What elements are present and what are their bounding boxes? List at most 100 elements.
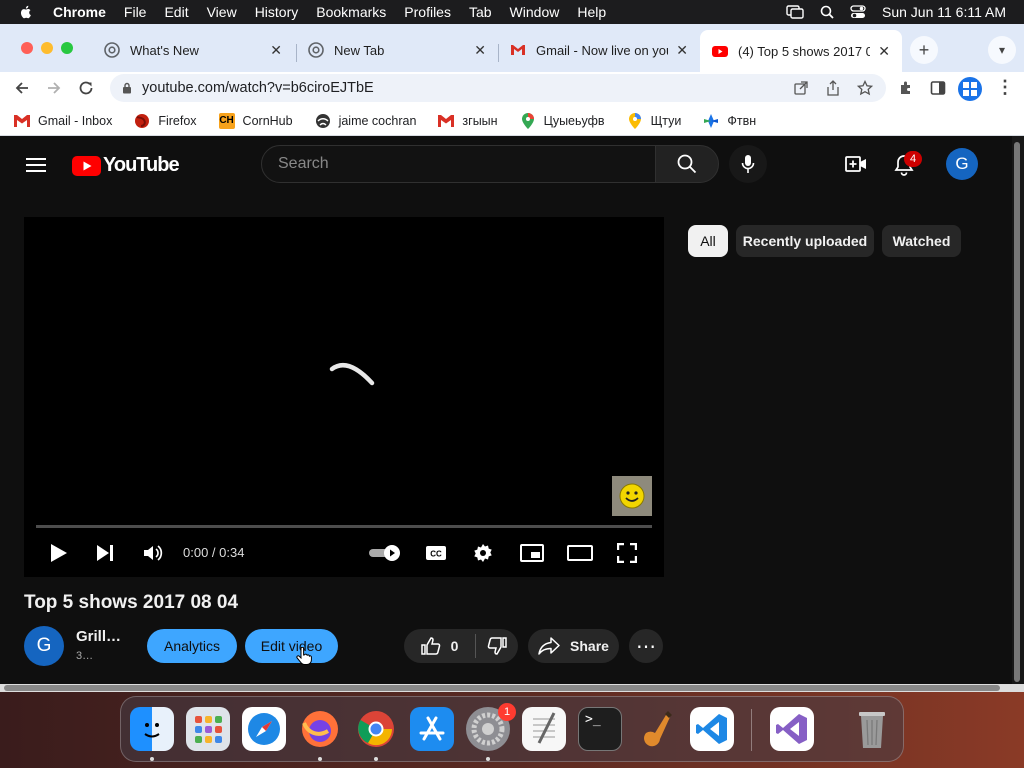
safari-icon[interactable] bbox=[242, 707, 286, 751]
mute-button[interactable] bbox=[142, 542, 164, 564]
menu-profiles[interactable]: Profiles bbox=[395, 4, 460, 20]
share-button[interactable]: Share bbox=[528, 629, 619, 663]
forward-arrow-icon[interactable] bbox=[45, 79, 63, 97]
app-store-icon[interactable] bbox=[410, 707, 454, 751]
close-tab-icon[interactable]: ✕ bbox=[270, 42, 282, 59]
create-video-icon[interactable] bbox=[845, 155, 867, 173]
menu-app-name[interactable]: Chrome bbox=[44, 4, 115, 20]
trash-icon[interactable] bbox=[850, 707, 894, 751]
vscode-icon[interactable] bbox=[690, 707, 734, 751]
bookmark-cornhub[interactable]: CH CornHub bbox=[218, 112, 293, 129]
open-in-app-icon[interactable] bbox=[794, 81, 808, 95]
address-bar[interactable]: youtube.com/watch?v=b6ciroEJTbE bbox=[110, 74, 886, 102]
hamburger-menu-icon[interactable] bbox=[26, 157, 46, 173]
tab-gmail[interactable]: Gmail - Now live on your ✕ bbox=[498, 34, 700, 66]
bookmark-star-icon[interactable] bbox=[857, 80, 873, 96]
menu-help[interactable]: Help bbox=[568, 4, 615, 20]
screen-mirroring-icon[interactable] bbox=[786, 5, 804, 19]
extensions-puzzle-icon[interactable] bbox=[898, 80, 914, 96]
miniplayer-button[interactable] bbox=[520, 543, 544, 563]
tab-search-chevron-icon[interactable]: ▾ bbox=[988, 36, 1016, 64]
theater-mode-button[interactable] bbox=[567, 543, 593, 563]
new-tab-plus-icon[interactable]: + bbox=[910, 36, 938, 64]
page-scrollbar-thumb[interactable] bbox=[1014, 142, 1020, 682]
channel-avatar[interactable]: G bbox=[24, 626, 64, 666]
play-button[interactable] bbox=[48, 542, 70, 564]
url-text[interactable]: youtube.com/watch?v=b6ciroEJTbE bbox=[142, 80, 374, 96]
ch-icon: CH bbox=[218, 112, 235, 129]
menu-bookmarks[interactable]: Bookmarks bbox=[307, 4, 395, 20]
close-tab-icon[interactable]: ✕ bbox=[474, 42, 486, 59]
account-avatar[interactable]: G bbox=[946, 148, 978, 180]
video-player[interactable]: 0:00 / 0:34 CC bbox=[24, 217, 664, 577]
horizontal-scrollbar[interactable] bbox=[0, 684, 1024, 692]
launchpad-icon[interactable] bbox=[186, 707, 230, 751]
close-window-button[interactable] bbox=[21, 42, 33, 54]
fullscreen-button[interactable] bbox=[616, 542, 638, 564]
chrome-icon[interactable] bbox=[354, 707, 398, 751]
search-button[interactable] bbox=[655, 145, 719, 183]
edit-video-button[interactable]: Edit video bbox=[245, 629, 338, 663]
reload-icon[interactable] bbox=[77, 79, 95, 97]
more-actions-button[interactable]: ⋯ bbox=[629, 629, 663, 663]
finder-icon[interactable] bbox=[130, 707, 174, 751]
svg-text:CC: CC bbox=[430, 550, 442, 559]
like-button[interactable]: 0 bbox=[404, 634, 476, 658]
autoplay-toggle[interactable] bbox=[368, 543, 402, 563]
tab-youtube-active[interactable]: (4) Top 5 shows 2017 08 ✕ bbox=[700, 30, 902, 72]
textedit-icon[interactable] bbox=[522, 707, 566, 751]
close-tab-icon[interactable]: ✕ bbox=[676, 42, 688, 59]
side-panel-icon[interactable] bbox=[930, 80, 946, 96]
settings-button[interactable] bbox=[472, 542, 494, 564]
menu-file[interactable]: File bbox=[115, 4, 156, 20]
bookmark-ftvn[interactable]: Фтвн bbox=[703, 113, 756, 129]
menu-view[interactable]: View bbox=[198, 4, 246, 20]
menu-history[interactable]: History bbox=[246, 4, 308, 20]
close-tab-icon[interactable]: ✕ bbox=[878, 43, 890, 60]
chrome-menu-kebab-icon[interactable]: ⋮ bbox=[996, 77, 1014, 98]
bookmark-label: Цуыеьуфв bbox=[543, 113, 605, 128]
chip-watched[interactable]: Watched bbox=[882, 225, 961, 257]
control-center-icon[interactable] bbox=[850, 5, 866, 19]
gear-icon bbox=[474, 544, 492, 562]
profile-avatar-icon[interactable] bbox=[958, 77, 982, 101]
tab-new-tab[interactable]: New Tab ✕ bbox=[296, 34, 498, 66]
terminal-icon[interactable]: >_ bbox=[578, 707, 622, 751]
analytics-button[interactable]: Analytics bbox=[147, 629, 237, 663]
chip-recently-uploaded[interactable]: Recently uploaded bbox=[736, 225, 874, 257]
minimize-window-button[interactable] bbox=[41, 42, 53, 54]
visual-studio-icon[interactable] bbox=[770, 707, 814, 751]
spotlight-search-icon[interactable] bbox=[820, 5, 834, 19]
video-progress-bar[interactable] bbox=[36, 525, 652, 528]
zoom-window-button[interactable] bbox=[61, 42, 73, 54]
back-arrow-icon[interactable] bbox=[13, 79, 31, 97]
next-button[interactable] bbox=[94, 542, 116, 564]
horizontal-scrollbar-thumb[interactable] bbox=[4, 685, 1000, 691]
subtitles-button[interactable]: CC bbox=[424, 543, 448, 563]
dislike-button[interactable] bbox=[476, 637, 518, 655]
lock-icon[interactable] bbox=[122, 82, 132, 94]
voice-search-button[interactable] bbox=[729, 145, 767, 183]
share-page-icon[interactable] bbox=[826, 80, 840, 96]
bookmark-gmail-inbox[interactable]: Gmail - Inbox bbox=[14, 113, 112, 129]
firefox-icon[interactable] bbox=[298, 707, 342, 751]
bookmark-jaime-cochran[interactable]: jaime cochran bbox=[315, 113, 416, 129]
apple-icon[interactable] bbox=[18, 4, 34, 20]
channel-watermark[interactable] bbox=[612, 476, 652, 516]
tab-title: New Tab bbox=[334, 42, 385, 58]
menu-tab[interactable]: Tab bbox=[460, 4, 501, 20]
menubar-clock[interactable]: Sun Jun 11 6:11 AM bbox=[882, 4, 1006, 20]
bookmark-zgyyn[interactable]: згыын bbox=[438, 113, 498, 129]
bookmark-shtui[interactable]: Щтуи bbox=[627, 112, 681, 129]
page-scrollbar[interactable] bbox=[1012, 136, 1024, 684]
youtube-logo[interactable]: YouTube bbox=[72, 154, 180, 177]
search-input[interactable]: Search bbox=[261, 145, 656, 183]
bookmark-tsuyeufv[interactable]: Цуыеьуфв bbox=[520, 112, 605, 129]
channel-name[interactable]: Grill… bbox=[76, 628, 121, 645]
garageband-icon[interactable] bbox=[634, 707, 678, 751]
menu-edit[interactable]: Edit bbox=[155, 4, 197, 20]
tab-whats-new[interactable]: What's New ✕ bbox=[92, 34, 294, 66]
menu-window[interactable]: Window bbox=[501, 4, 569, 20]
chip-all[interactable]: All bbox=[688, 225, 728, 257]
bookmark-firefox[interactable]: Firefox bbox=[134, 113, 197, 129]
